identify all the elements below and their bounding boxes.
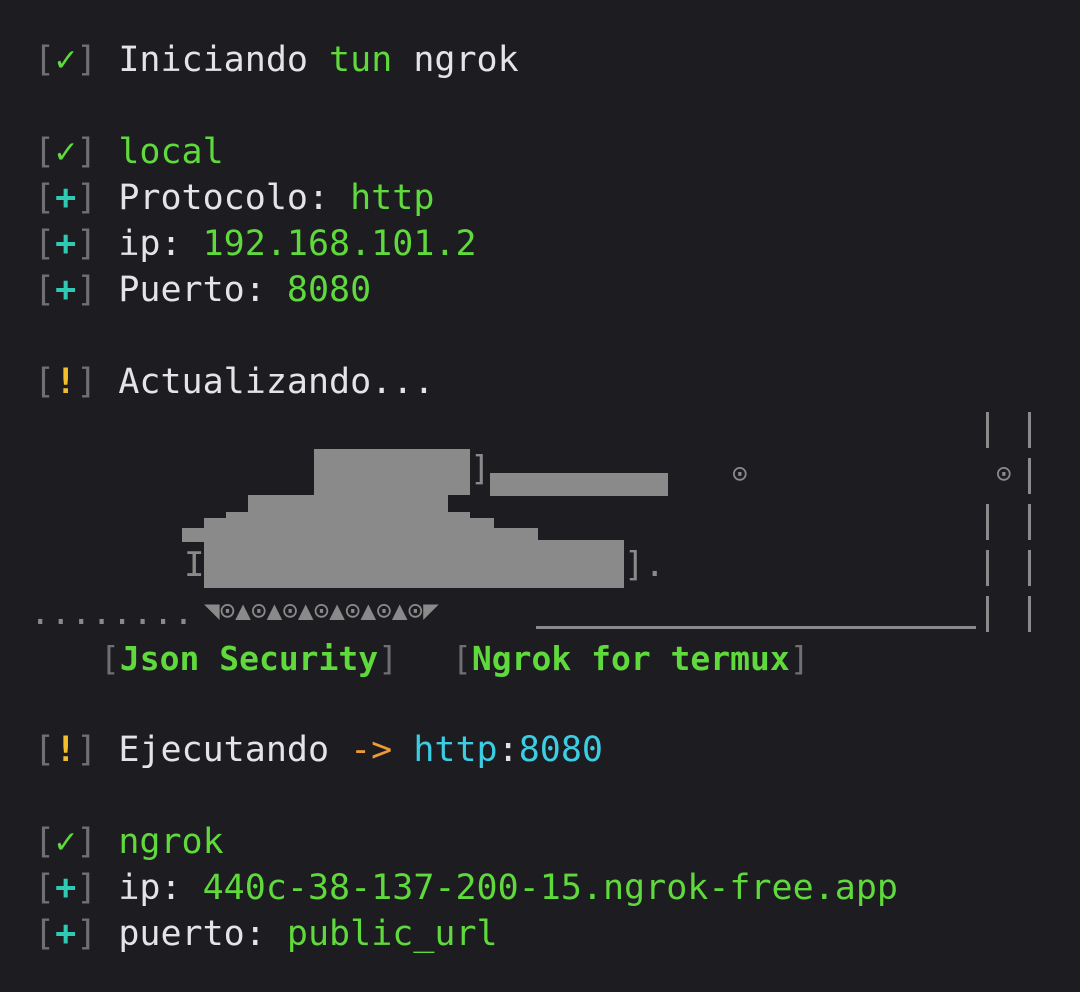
bracket-open: [	[34, 362, 56, 402]
ngrok-url[interactable]: 440c-38-137-200-15.ngrok-free.app	[203, 868, 898, 908]
tank-hatch: I	[184, 545, 205, 585]
wall-left-4	[986, 550, 989, 586]
wall-right-3	[1028, 504, 1031, 540]
bracket-close: ]	[789, 639, 810, 678]
turret-bracket: ]	[470, 449, 491, 489]
bracket-open: [	[452, 639, 472, 678]
bracket-open: [	[34, 178, 56, 218]
info-line-protocolo: [+] Protocolo: http	[34, 175, 434, 221]
tank-barrel	[490, 473, 668, 496]
iniciando-text: Iniciando	[118, 40, 308, 80]
info-line-ip-local: [+] ip: 192.168.101.2	[34, 221, 477, 267]
status-line-ngrok: [✓] ngrok	[34, 819, 224, 865]
actualizando-text: Actualizando...	[118, 362, 435, 402]
bracket-open: [	[34, 730, 56, 770]
tank-tracks: ◥⊙▲⊙▲⊙▲⊙▲⊙▲⊙▲⊙◤	[204, 596, 439, 626]
ngrok-text: ngrok	[413, 40, 519, 80]
ground-line	[536, 626, 976, 629]
puerto-value: 8080	[286, 270, 372, 310]
bracket-close: ]	[378, 639, 399, 678]
bracket-open: [	[34, 132, 56, 172]
check-icon: ✓	[55, 40, 77, 80]
bracket-close: ]	[76, 730, 98, 770]
warning-icon: !	[55, 362, 77, 402]
status-line-local: [✓] local	[34, 129, 224, 175]
bracket-open: [	[34, 270, 56, 310]
warning-line-actualizando: [!] Actualizando...	[34, 359, 434, 405]
ejecutando-text: Ejecutando	[118, 730, 330, 770]
wall-right-5	[1028, 596, 1031, 632]
puerto-key: puerto:	[118, 914, 266, 954]
tank-hull	[204, 540, 624, 588]
plus-icon: +	[55, 224, 77, 264]
ip-value: 192.168.101.2	[202, 224, 477, 264]
banner-ngrok-termux: [Ngrok for termux]	[452, 636, 810, 682]
ejecutando-proto: http	[413, 730, 498, 770]
warning-icon: !	[55, 730, 77, 770]
ngrok-label: ngrok	[118, 822, 224, 862]
bracket-open: [	[34, 40, 56, 80]
puerto-key: Puerto:	[118, 270, 266, 310]
bracket-close: ]	[76, 224, 98, 264]
bracket-open: [	[34, 822, 56, 862]
info-line-puerto-local: [+] Puerto: 8080	[34, 267, 371, 313]
tank-turret-top	[314, 449, 470, 495]
banner-json-security: [Json Security]	[100, 636, 398, 682]
tun-text: tun	[329, 40, 393, 80]
wall-target-icon: ⊙	[996, 459, 1012, 489]
banner-right-text: Ngrok for termux	[471, 639, 790, 678]
bracket-close: ]	[76, 914, 98, 954]
wall-left-1	[986, 412, 989, 448]
ground-dots: ........	[30, 593, 194, 633]
wall-right-1	[1028, 412, 1031, 448]
info-line-puerto-ngrok: [+] puerto: public_url	[34, 911, 498, 957]
warning-line-ejecutando: [!] Ejecutando -> http:8080	[34, 727, 603, 773]
protocolo-value: http	[350, 178, 435, 218]
bracket-open: [	[34, 224, 56, 264]
plus-icon: +	[55, 914, 77, 954]
wall-right-2	[1028, 458, 1031, 494]
bracket-open: [	[34, 914, 56, 954]
bracket-open: [	[100, 639, 120, 678]
banner-left-text: Json Security	[119, 639, 379, 678]
tank-rear-bracket: ].	[624, 545, 665, 585]
arrow-icon: ->	[350, 730, 393, 770]
puerto-value: public_url	[286, 914, 498, 954]
plus-icon: +	[55, 178, 77, 218]
bracket-close: ]	[76, 40, 98, 80]
wall-left-3	[986, 504, 989, 540]
ip-key: ip:	[118, 868, 182, 908]
wall-left-5	[986, 596, 989, 632]
ejecutando-colon: :	[497, 730, 519, 770]
check-icon: ✓	[55, 822, 77, 862]
plus-icon: +	[55, 868, 77, 908]
wall-right-4	[1028, 550, 1031, 586]
info-line-ip-ngrok: [+] ip: 440c-38-137-200-15.ngrok-free.ap…	[34, 865, 898, 911]
bracket-close: ]	[76, 868, 98, 908]
protocolo-key: Protocolo:	[118, 178, 330, 218]
bracket-close: ]	[76, 270, 98, 310]
bracket-close: ]	[76, 178, 98, 218]
local-label: local	[118, 132, 224, 172]
check-icon: ✓	[55, 132, 77, 172]
terminal: [✓] Iniciando tun ngrok [✓] local [+] Pr…	[0, 0, 1080, 992]
bracket-close: ]	[76, 822, 98, 862]
bracket-open: [	[34, 868, 56, 908]
status-line-iniciando: [✓] Iniciando tun ngrok	[34, 37, 519, 83]
ejecutando-port: 8080	[518, 730, 604, 770]
shell-icon: ⊙	[732, 459, 748, 489]
plus-icon: +	[55, 270, 77, 310]
bracket-close: ]	[76, 362, 98, 402]
ip-key: ip:	[118, 224, 182, 264]
bracket-close: ]	[76, 132, 98, 172]
